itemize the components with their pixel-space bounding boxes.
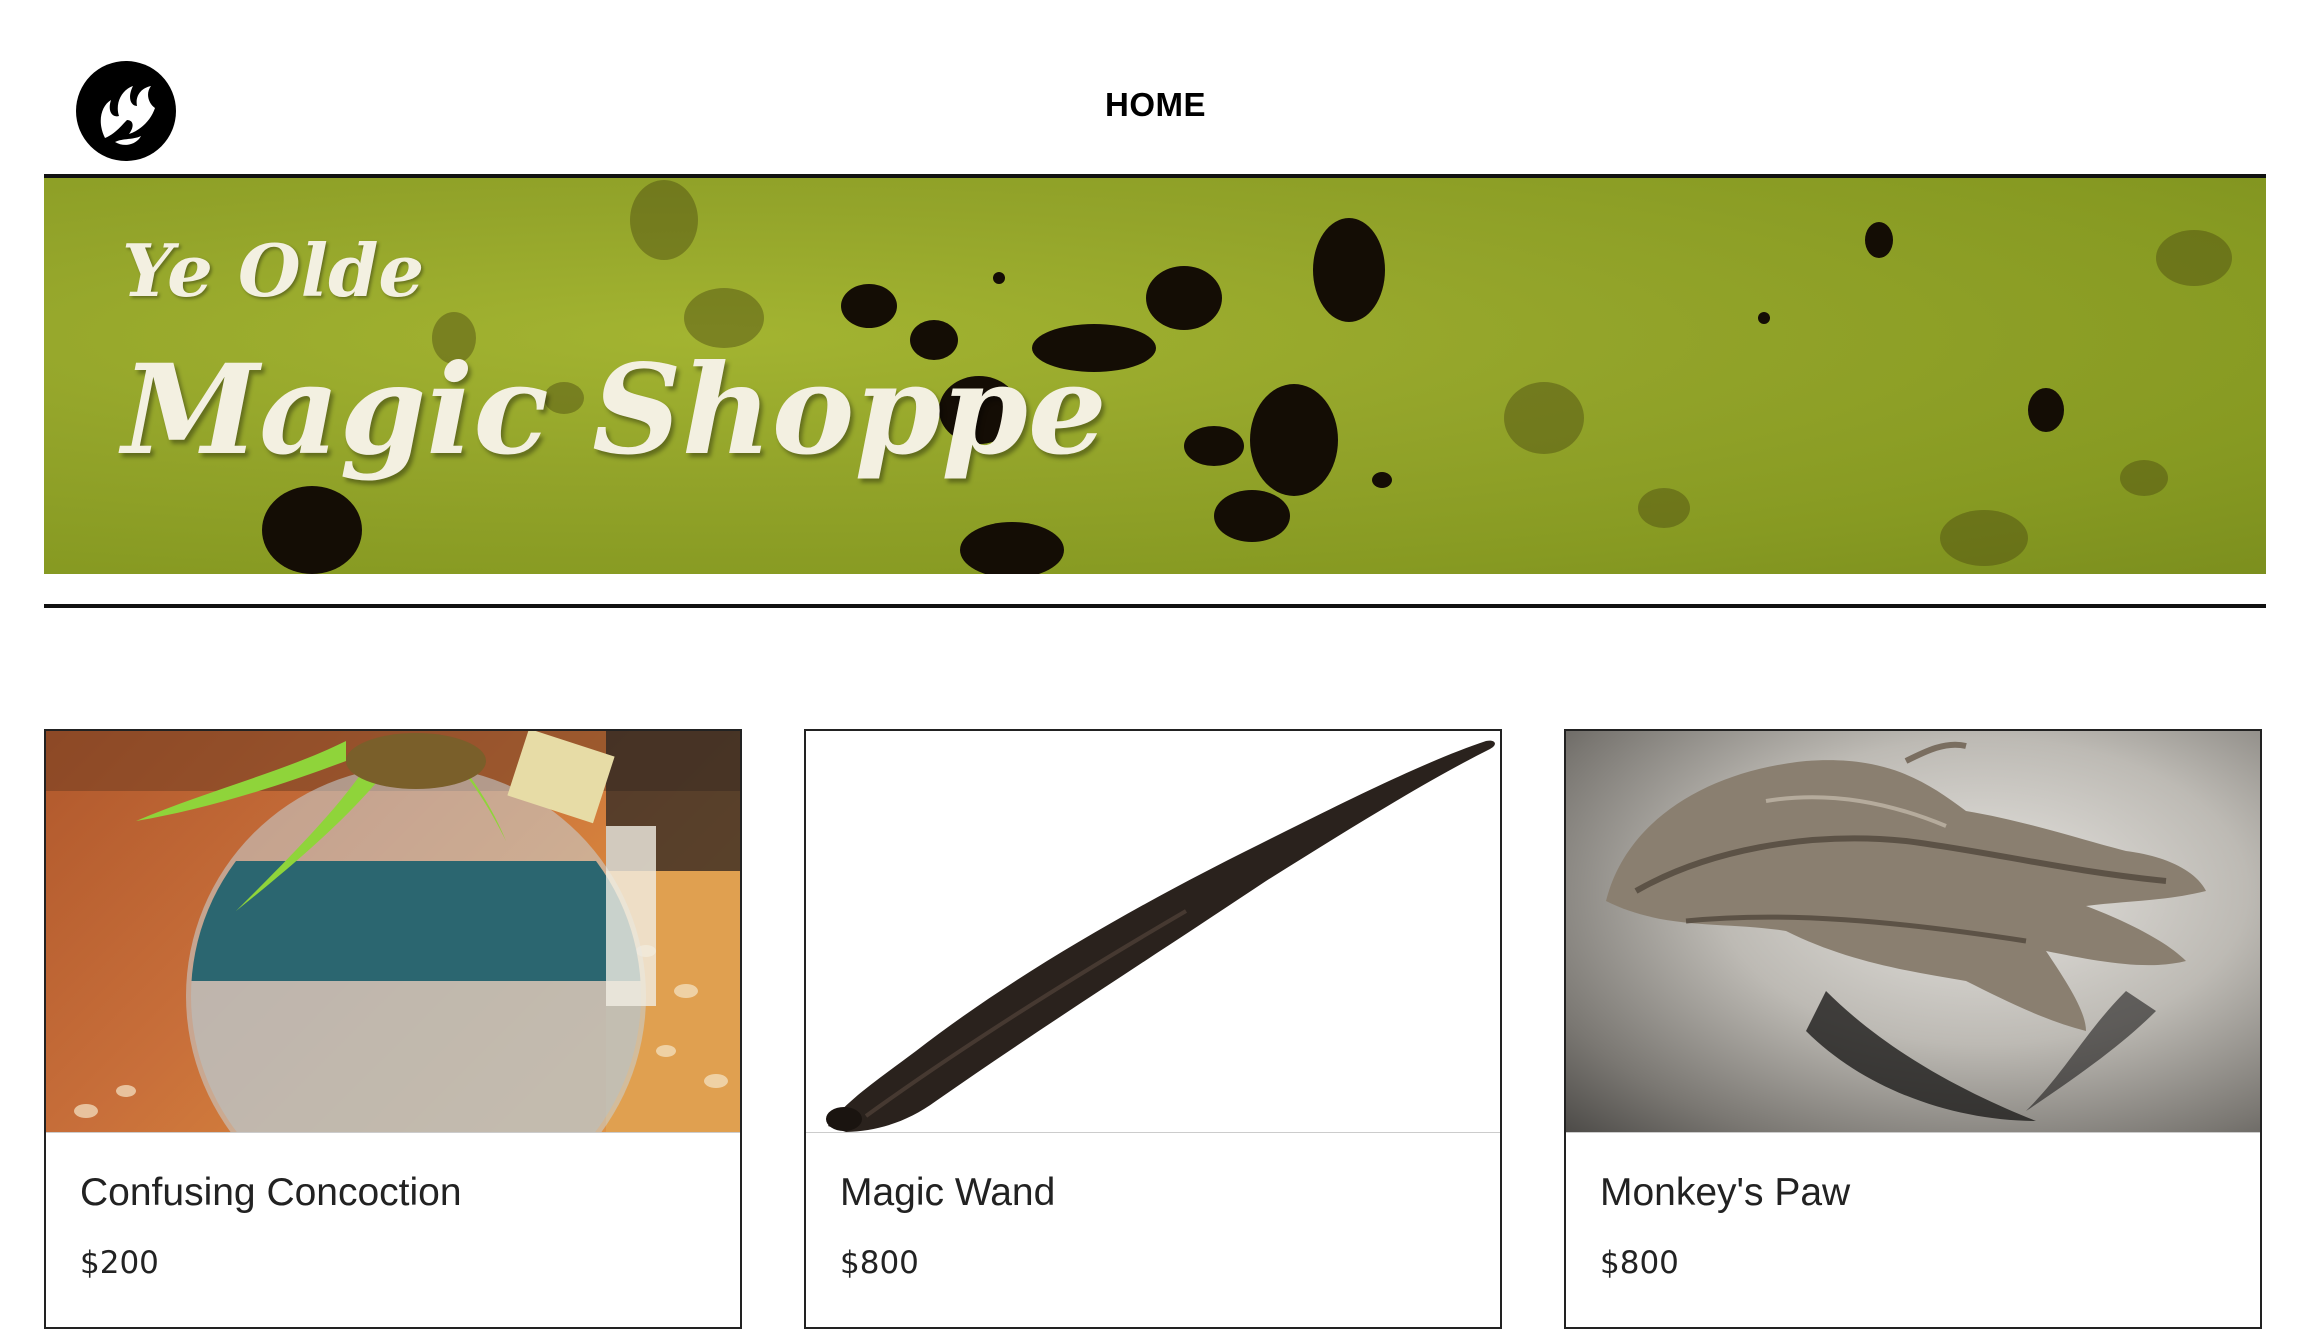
monkey-paw-image[interactable] xyxy=(1566,731,2260,1133)
product-card[interactable]: Confusing Concoction $200 xyxy=(44,729,742,1329)
product-card[interactable]: Magic Wand $800 xyxy=(804,729,1502,1329)
banner-title-small: Ye Olde xyxy=(122,228,425,313)
banner-bottom-rule xyxy=(44,604,2266,608)
dragon-emblem-icon[interactable] xyxy=(75,60,177,162)
product-name[interactable]: Confusing Concoction xyxy=(80,1171,462,1215)
wand-image[interactable] xyxy=(806,731,1500,1133)
banner-title-big: Magic Shoppe xyxy=(122,338,1107,483)
product-name[interactable]: Monkey's Paw xyxy=(1600,1171,1850,1215)
hero-banner: Ye Olde Magic Shoppe xyxy=(44,174,2266,574)
product-card[interactable]: Monkey's Paw $800 xyxy=(1564,729,2262,1329)
product-price: $800 xyxy=(1600,1245,1679,1281)
site-header: HOME xyxy=(0,0,2306,176)
product-price: $800 xyxy=(840,1245,919,1281)
banner-image: Ye Olde Magic Shoppe xyxy=(44,178,2266,574)
product-name[interactable]: Magic Wand xyxy=(840,1171,1055,1215)
product-price: $200 xyxy=(80,1245,159,1281)
potion-bottle-image[interactable] xyxy=(46,731,740,1133)
nav-home-link[interactable]: HOME xyxy=(1105,86,1206,124)
